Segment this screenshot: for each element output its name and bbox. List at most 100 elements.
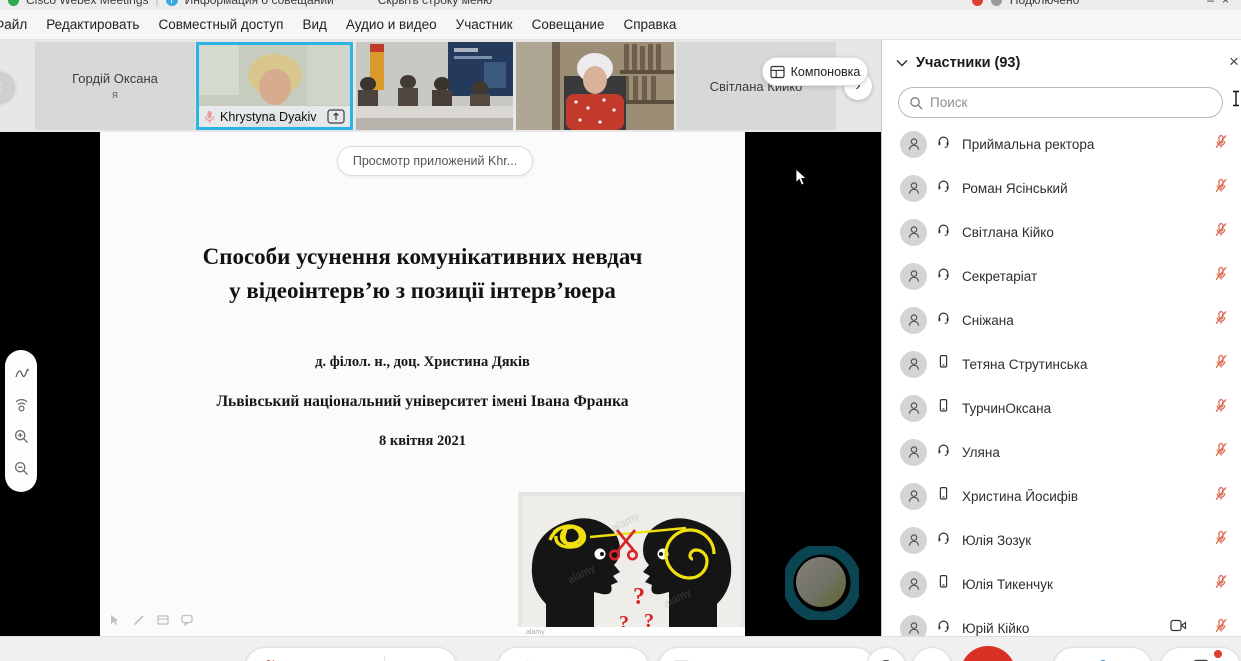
headset-icon — [936, 530, 951, 550]
participant-row[interactable]: Юлія Зозук — [882, 518, 1241, 562]
participant-row[interactable]: Приймальна ректора — [882, 122, 1241, 166]
mic-muted-icon[interactable] — [1213, 618, 1229, 637]
headset-icon — [936, 618, 951, 636]
video-thumbnail-self[interactable]: Гордій Оксана я — [35, 42, 195, 130]
participant-row[interactable]: Юлія Тикенчук — [882, 562, 1241, 606]
menu-item-3[interactable]: Совместный доступ — [158, 17, 283, 32]
menu-item-1[interactable]: Файл — [0, 17, 27, 32]
window-titlebar: Cisco Webex Meetings | i Информация о со… — [0, 0, 1241, 10]
annotation-sidebar — [5, 350, 37, 492]
comment-icon[interactable] — [180, 613, 194, 627]
layout-grid-icon — [770, 65, 785, 79]
thumbnail-name: Гордій Оксана — [72, 71, 158, 86]
mic-muted-icon[interactable] — [1213, 222, 1229, 243]
mic-muted-icon[interactable] — [1213, 442, 1229, 463]
more-options-button[interactable]: ⋯ — [912, 647, 952, 661]
participant-row[interactable]: Юрій Кійко — [882, 606, 1241, 636]
recording-indicator-icon — [972, 0, 983, 6]
participant-list: Приймальна ректора Роман Ясінський — [882, 122, 1241, 636]
annotate-pen-icon[interactable] — [13, 365, 30, 382]
participant-name: Юрій Кійко — [962, 621, 1170, 636]
start-video-button[interactable]: Начать видео — [497, 647, 649, 661]
menubar-items: Файл Редактировать Совместный доступ Вид Ауд… — [0, 10, 1241, 40]
menu-item-4[interactable]: Вид — [302, 17, 326, 32]
mic-muted-icon[interactable] — [1213, 266, 1229, 287]
participant-name: Юлія Зозук — [962, 533, 1213, 548]
avatar-icon — [900, 615, 927, 637]
participant-name: Роман Ясінський — [962, 181, 1213, 196]
participant-row[interactable]: Світлана Кійко — [882, 210, 1241, 254]
participants-panel-button[interactable] — [1053, 647, 1152, 661]
participant-row[interactable]: Секретаріат — [882, 254, 1241, 298]
video-thumbnail-room[interactable] — [356, 42, 513, 130]
menu-item-5[interactable]: Аудио и видео — [346, 17, 437, 32]
mic-muted-icon[interactable] — [1213, 574, 1229, 595]
chat-panel-button[interactable] — [1160, 647, 1241, 661]
phone-icon — [936, 354, 951, 374]
video-thumbnail-library[interactable] — [516, 42, 674, 130]
mouse-cursor — [795, 168, 807, 186]
search-input[interactable] — [930, 95, 1212, 110]
participant-row[interactable]: Уляна — [882, 430, 1241, 474]
video-thumbnail-placeholder[interactable]: Світлана Кийко — [676, 42, 836, 130]
zoom-out-icon[interactable] — [13, 460, 30, 477]
notification-dot — [1214, 650, 1222, 658]
menu-item-7[interactable]: Совещание — [532, 17, 605, 32]
pointer-icon[interactable] — [108, 613, 122, 627]
participants-panel: Участники (93) × Приймальна ректора — [881, 40, 1241, 636]
laser-pointer-icon[interactable] — [13, 397, 30, 414]
unmute-button[interactable]: Включить звук — [245, 647, 457, 661]
participants-header[interactable]: Участники (93) × — [882, 50, 1241, 76]
participant-row[interactable]: ТурчинОксана — [882, 386, 1241, 430]
headset-icon — [936, 266, 951, 286]
minimize-button[interactable]: – — [1207, 0, 1214, 7]
zoom-in-icon[interactable] — [13, 428, 30, 445]
layout-button[interactable]: Компоновка — [762, 57, 868, 86]
leave-meeting-button[interactable] — [960, 646, 1016, 661]
video-thumbnail-active-speaker[interactable]: Khrystyna Dyakiv — [196, 42, 353, 130]
avatar-icon — [900, 175, 927, 202]
info-icon[interactable]: i — [166, 0, 178, 6]
webex-app-icon — [8, 0, 19, 6]
video-frame — [516, 42, 674, 130]
meeting-info-link[interactable]: Информация о совещании — [185, 0, 334, 7]
avatar-icon — [900, 571, 927, 598]
participant-row[interactable]: Сніжана — [882, 298, 1241, 342]
video-frame — [356, 42, 513, 130]
mic-muted-icon[interactable] — [1213, 134, 1229, 155]
mic-muted-icon[interactable] — [1213, 354, 1229, 375]
participant-row[interactable]: Христина Йосифів — [882, 474, 1241, 518]
chevron-left-icon: ‹ — [0, 78, 2, 96]
mic-muted-icon[interactable] — [1213, 310, 1229, 331]
avatar-icon — [900, 351, 927, 378]
participant-search[interactable] — [898, 87, 1223, 118]
share-button[interactable]: Поделиться — [658, 647, 875, 661]
participants-title: Участники (93) — [916, 55, 1241, 71]
record-button[interactable] — [866, 647, 906, 661]
mic-muted-icon[interactable] — [1213, 398, 1229, 419]
app-view-pill[interactable]: Просмотр приложений Khr... — [337, 146, 533, 176]
slides-icon[interactable] — [156, 613, 170, 627]
participant-name: Уляна — [962, 445, 1213, 460]
participant-name: Тетяна Струтинська — [962, 357, 1213, 372]
mic-muted-icon[interactable] — [1213, 178, 1229, 199]
app-title: Cisco Webex Meetings — [26, 0, 149, 7]
participant-name: Приймальна ректора — [962, 137, 1213, 152]
menu-item-8[interactable]: Справка — [623, 17, 676, 32]
participant-row[interactable]: Роман Ясінський — [882, 166, 1241, 210]
participant-row[interactable]: Тетяна Струтинська — [882, 342, 1241, 386]
pen-icon[interactable] — [132, 613, 146, 627]
audio-options-chevron[interactable] — [384, 656, 404, 661]
mic-muted-icon[interactable] — [1213, 530, 1229, 551]
slide-date: 8 квітня 2021 — [100, 433, 745, 450]
mic-muted-icon[interactable] — [1213, 486, 1229, 507]
close-panel-icon[interactable]: × — [1229, 52, 1241, 72]
menu-item-2[interactable]: Редактировать — [46, 17, 139, 32]
close-window-button[interactable]: × — [1222, 0, 1229, 7]
hide-menubar-link[interactable]: Скрыть строку меню — [378, 0, 492, 7]
mic-pink-icon — [204, 110, 215, 124]
participant-name: Світлана Кійко — [962, 225, 1213, 240]
camera-on-icon[interactable] — [1170, 619, 1187, 636]
filmstrip-prev-button[interactable]: ‹ — [0, 72, 14, 102]
menu-item-6[interactable]: Участник — [456, 17, 513, 32]
